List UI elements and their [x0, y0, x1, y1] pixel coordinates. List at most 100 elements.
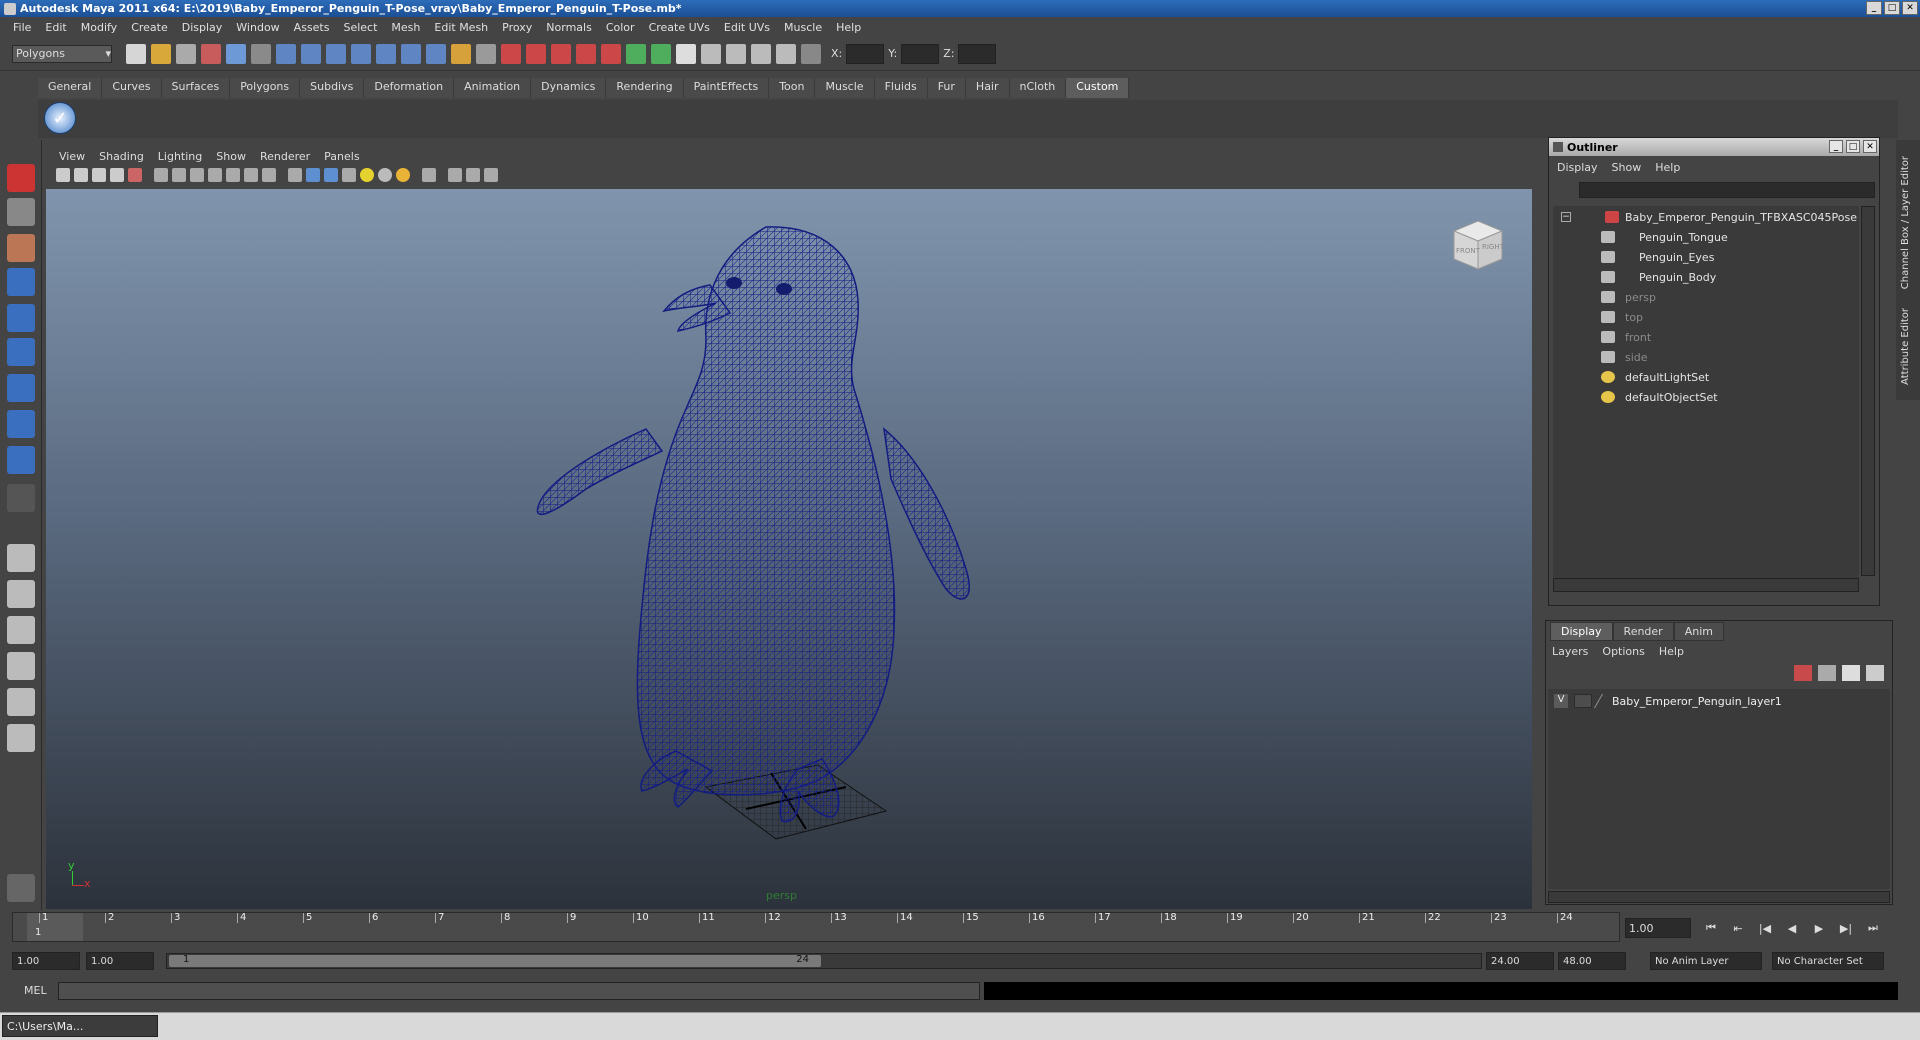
outliner-root-item[interactable]: − Baby_Emperor_Penguin_TFBXASC045Pose: [1561, 208, 1857, 226]
maximize-button[interactable]: □: [1884, 1, 1900, 15]
outliner-vertical-scrollbar[interactable]: [1861, 206, 1875, 576]
mel-input-field[interactable]: [58, 982, 980, 1000]
layer-display-type[interactable]: [1574, 694, 1592, 708]
output-ops-icon[interactable]: [651, 43, 671, 64]
layer-menu-options[interactable]: Options: [1602, 645, 1644, 658]
new-scene-icon[interactable]: [126, 43, 146, 64]
select-object-icon[interactable]: [226, 43, 246, 64]
shelf-tab-hair[interactable]: Hair: [965, 78, 1010, 98]
menu-help[interactable]: Help: [829, 21, 868, 34]
resolution-gate-icon[interactable]: [172, 168, 186, 182]
step-forward-frame-icon[interactable]: ▶|: [1835, 918, 1857, 938]
new-layer-from-selection-icon[interactable]: [1866, 665, 1884, 681]
bookmark-icon[interactable]: [92, 168, 106, 182]
snap-curve-icon[interactable]: [301, 43, 321, 64]
layer-color-swatch[interactable]: [1593, 694, 1611, 708]
default-light-icon[interactable]: [306, 168, 320, 182]
character-icon[interactable]: [7, 874, 35, 902]
shelf-tab-painteffects[interactable]: PaintEffects: [683, 78, 770, 98]
outliner-menu-help[interactable]: Help: [1655, 161, 1680, 174]
menu-normals[interactable]: Normals: [539, 21, 599, 34]
menu-create-uvs[interactable]: Create UVs: [642, 21, 717, 34]
shelf-tab-rendering[interactable]: Rendering: [606, 78, 684, 98]
outliner-menu-show[interactable]: Show: [1612, 161, 1642, 174]
collapse-toggle-icon[interactable]: −: [1561, 212, 1571, 222]
menu-edit[interactable]: Edit: [38, 21, 73, 34]
xray-icon[interactable]: [288, 168, 302, 182]
view-cube[interactable]: FRONT RIGHT: [1446, 213, 1510, 277]
magnet-icon[interactable]: [501, 43, 521, 64]
menu-muscle[interactable]: Muscle: [777, 21, 829, 34]
menu-window[interactable]: Window: [229, 21, 286, 34]
layer-tab-render[interactable]: Render: [1612, 622, 1674, 641]
range-slider-handle[interactable]: 1 24: [169, 954, 821, 967]
input-ops-icon[interactable]: [626, 43, 646, 64]
lock-icon[interactable]: [451, 43, 471, 64]
attribute-editor-tab[interactable]: Attribute Editor: [1900, 308, 1911, 385]
viewport-menu-show[interactable]: Show: [209, 150, 253, 163]
textured-icon[interactable]: [262, 168, 276, 182]
end-time-field[interactable]: 48.00: [1558, 952, 1626, 970]
layer-horizontal-scrollbar[interactable]: [1548, 891, 1890, 903]
menu-edit-uvs[interactable]: Edit UVs: [717, 21, 777, 34]
shelf-tab-dynamics[interactable]: Dynamics: [531, 78, 607, 98]
image-plane-icon[interactable]: [110, 168, 124, 182]
camera-select-icon[interactable]: [56, 168, 70, 182]
start-time-field[interactable]: 1.00: [12, 952, 80, 970]
paint-select-tool-icon[interactable]: [7, 234, 35, 262]
taskbar-item[interactable]: C:\Users\Ma...: [2, 1015, 158, 1037]
viewport-menu-renderer[interactable]: Renderer: [253, 150, 317, 163]
scale-tool-icon[interactable]: [7, 338, 35, 366]
backface-icon[interactable]: [448, 168, 462, 182]
select-hierarchy-icon[interactable]: [201, 43, 221, 64]
shelf-tab-surfaces[interactable]: Surfaces: [161, 78, 231, 98]
snap-grid-icon[interactable]: [276, 43, 296, 64]
layer-tab-display[interactable]: Display: [1550, 622, 1613, 641]
layer-visibility-toggle[interactable]: V: [1554, 694, 1568, 708]
shelf-tab-custom[interactable]: Custom: [1066, 78, 1130, 98]
menu-mesh[interactable]: Mesh: [384, 21, 427, 34]
snap-point-icon[interactable]: [326, 43, 346, 64]
smooth-shaded-ball-icon[interactable]: [378, 168, 392, 182]
shadows-icon[interactable]: [342, 168, 356, 182]
go-to-start-icon[interactable]: ⏮: [1700, 918, 1722, 938]
outliner-horizontal-scrollbar[interactable]: [1553, 578, 1859, 592]
shelf-tab-curves[interactable]: Curves: [102, 78, 162, 98]
construction-history-icon[interactable]: [476, 43, 496, 64]
four-view-layout-icon[interactable]: [7, 580, 35, 608]
shelf-tab-fluids[interactable]: Fluids: [874, 78, 928, 98]
anim-layer-dropdown[interactable]: No Anim Layer: [1650, 952, 1762, 970]
rotate-tool-icon[interactable]: [7, 304, 35, 332]
outliner-minimize-button[interactable]: _: [1829, 140, 1843, 153]
menu-color[interactable]: Color: [599, 21, 642, 34]
film-gate-icon[interactable]: [128, 168, 142, 182]
menu-select[interactable]: Select: [336, 21, 384, 34]
show-manipulator-icon[interactable]: [7, 446, 35, 474]
magnet-point-icon[interactable]: [551, 43, 571, 64]
safe-action-icon[interactable]: [190, 168, 204, 182]
outliner-set-item[interactable]: defaultLightSet: [1601, 368, 1709, 386]
high-quality-icon[interactable]: [360, 168, 374, 182]
viewport-menu-panels[interactable]: Panels: [317, 150, 366, 163]
step-back-frame-icon[interactable]: |◀: [1754, 918, 1776, 938]
universal-manipulator-icon[interactable]: [7, 374, 35, 402]
outliner-camera-item[interactable]: front: [1601, 328, 1651, 346]
outliner-camera-item[interactable]: persp: [1601, 288, 1656, 306]
menu-edit-mesh[interactable]: Edit Mesh: [427, 21, 495, 34]
ambient-occlusion-icon[interactable]: [466, 168, 480, 182]
checkmark-shelf-button[interactable]: ✓: [44, 102, 76, 134]
step-back-key-icon[interactable]: ⇤: [1727, 918, 1749, 938]
open-scene-icon[interactable]: [151, 43, 171, 64]
move-layer-down-icon[interactable]: [1818, 665, 1836, 681]
outliner-child-item[interactable]: Penguin_Body: [1601, 268, 1716, 286]
go-to-end-icon[interactable]: ⏭: [1862, 918, 1884, 938]
menu-file[interactable]: File: [6, 21, 38, 34]
select-component-icon[interactable]: [251, 43, 271, 64]
soft-modification-icon[interactable]: [7, 410, 35, 438]
outliner-child-item[interactable]: Penguin_Tongue: [1601, 228, 1728, 246]
question-icon[interactable]: [426, 43, 446, 64]
shelf-tab-toon[interactable]: Toon: [769, 78, 816, 98]
hypershade-layout-icon[interactable]: [7, 688, 35, 716]
camera-attributes-icon[interactable]: [74, 168, 88, 182]
layer-menu-layers[interactable]: Layers: [1552, 645, 1588, 658]
